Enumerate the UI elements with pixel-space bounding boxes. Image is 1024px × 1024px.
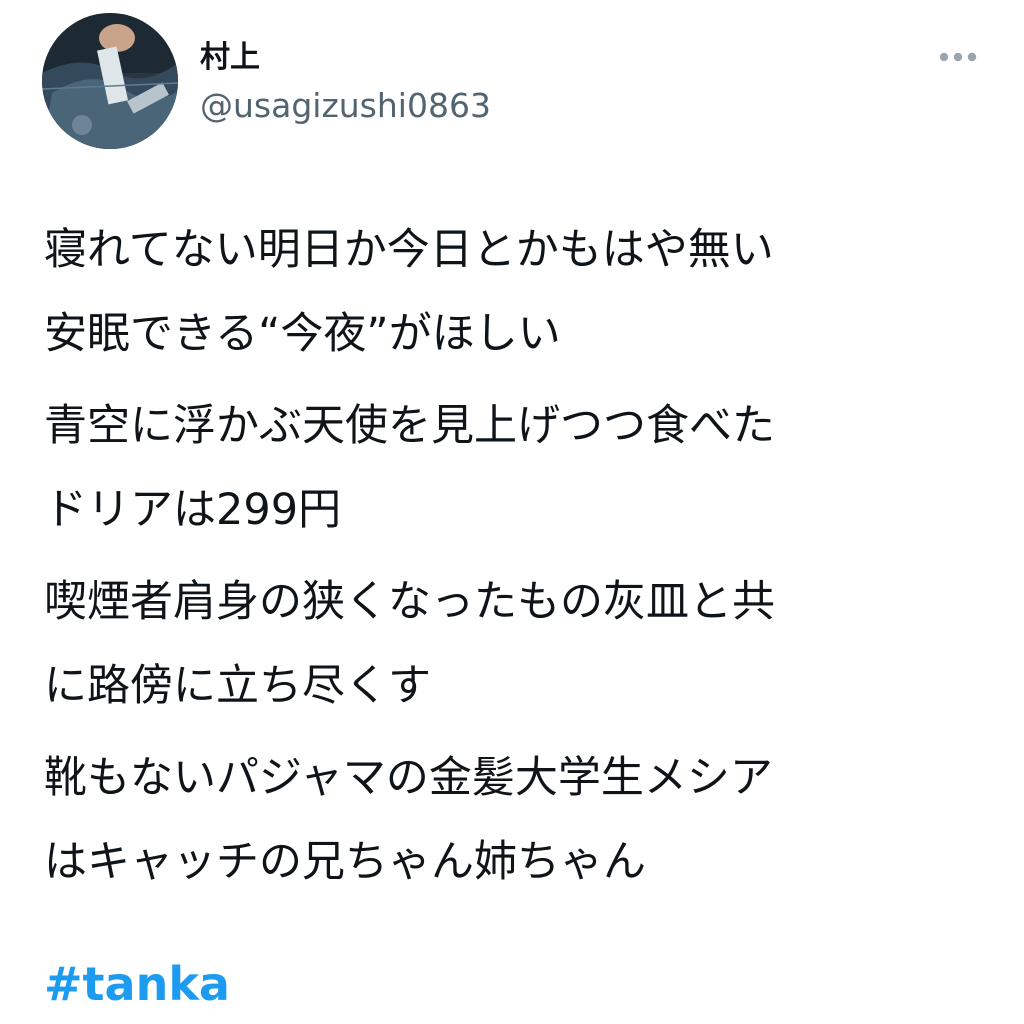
text-line: に路傍に立ち尽くす: [44, 661, 431, 711]
display-name[interactable]: 村上: [200, 36, 260, 80]
tanka-stanza-4: 靴もないパジャマの金髪大学生メシア はキャッチの兄ちゃん姉ちゃん: [44, 736, 994, 904]
more-horizontal-icon: [939, 52, 977, 62]
text-line: 喫煙者肩身の狭くなったもの灰皿と共: [44, 577, 775, 627]
avatar[interactable]: [42, 13, 178, 149]
more-options-button[interactable]: [930, 40, 986, 74]
profile-photo: [42, 13, 178, 149]
text-line: ドリアは299円: [44, 485, 342, 535]
text-line: 寝れてない明日か今日とかもはや無い: [44, 225, 774, 275]
hashtag-link[interactable]: #tanka: [44, 946, 230, 1022]
user-handle[interactable]: @usagizushi0863: [200, 84, 491, 128]
tweet-text: 寝れてない明日か今日とかもはや無い 安眠できる“今夜”がほしい 青空に浮かぶ天使…: [44, 208, 994, 912]
text-line: 安眠できる“今夜”がほしい: [44, 309, 561, 359]
tanka-stanza-3: 喫煙者肩身の狭くなったもの灰皿と共 に路傍に立ち尽くす: [44, 560, 994, 728]
text-line: 青空に浮かぶ天使を見上げつつ食べた: [44, 401, 775, 451]
text-line: 靴もないパジャマの金髪大学生メシア: [44, 753, 773, 803]
text-line: はキャッチの兄ちゃん姉ちゃん: [44, 837, 646, 887]
tanka-stanza-1: 寝れてない明日か今日とかもはや無い 安眠できる“今夜”がほしい: [44, 208, 994, 376]
tanka-stanza-2: 青空に浮かぶ天使を見上げつつ食べた ドリアは299円: [44, 384, 994, 552]
tweet-card: 村上 @usagizushi0863 寝れてない明日か今日とかもはや無い 安眠で…: [0, 0, 1024, 1024]
